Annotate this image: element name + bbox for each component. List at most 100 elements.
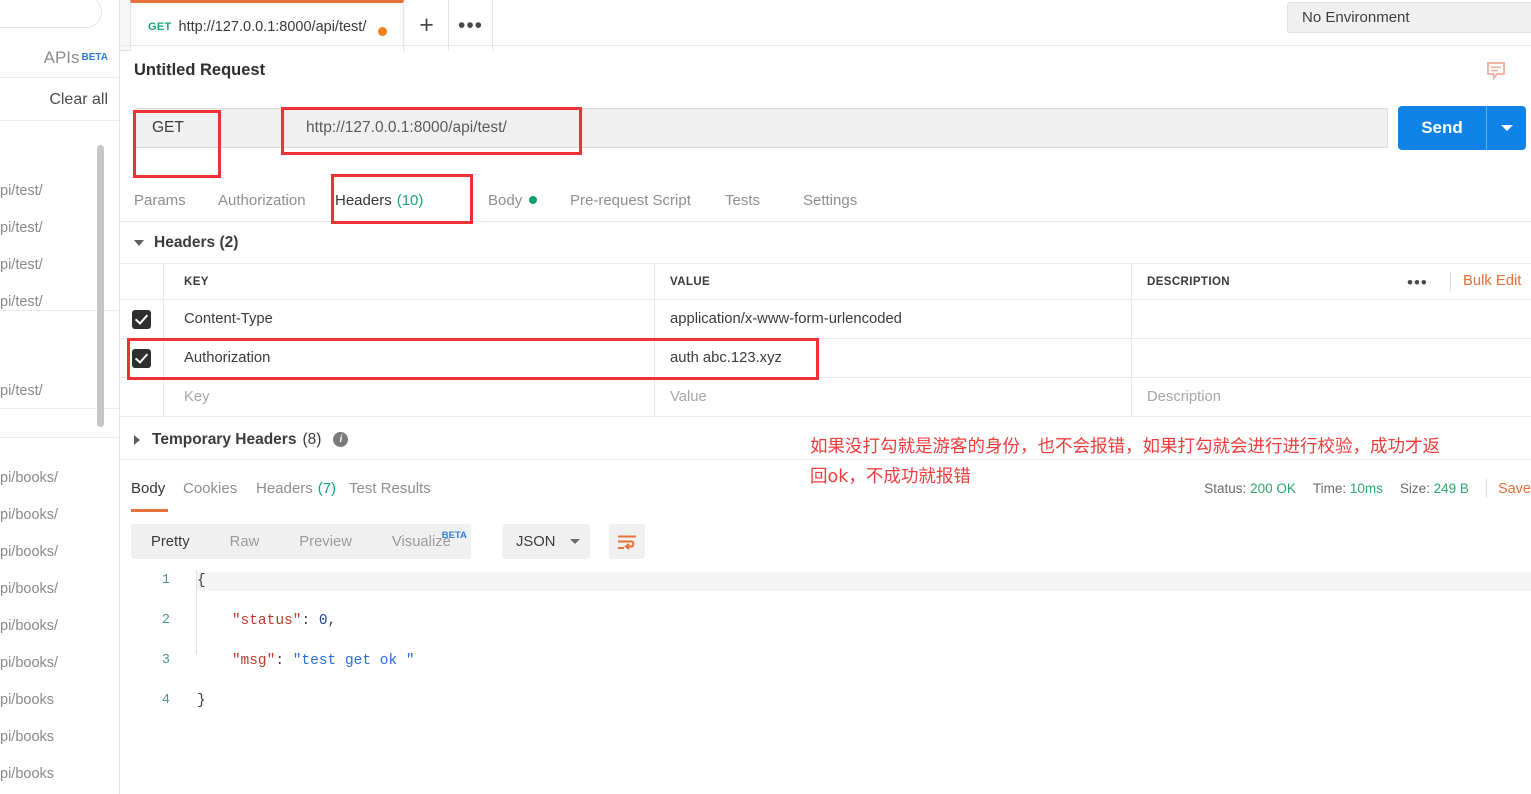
body-present-dot-icon <box>529 196 538 204</box>
tab-label: Params <box>134 191 186 209</box>
code-line: 1{ <box>120 573 1531 593</box>
sidebar-history-item[interactable]: pi/books/ <box>0 644 120 681</box>
comment-icon[interactable] <box>1486 62 1506 81</box>
column-key-label: KEY <box>184 275 209 288</box>
sidebar-clear-all-button[interactable]: Clear all <box>0 79 120 121</box>
sidebar-apis-label: APIs <box>43 47 80 67</box>
response-tab-test-results[interactable]: Test Results <box>349 466 431 511</box>
new-key-input[interactable]: Key <box>164 378 655 416</box>
column-value: VALUE <box>655 264 1132 299</box>
code-line: 2 "status": 0, <box>120 613 1531 633</box>
code-token: 0 <box>318 613 328 629</box>
ellipsis-icon[interactable]: ••• <box>1407 273 1428 293</box>
save-response-button[interactable]: Save <box>1498 481 1531 497</box>
word-wrap-icon[interactable] <box>609 524 645 559</box>
request-tab[interactable]: GET http://127.0.0.1:8000/api/test/ <box>130 0 404 51</box>
plus-icon[interactable]: + <box>405 0 449 51</box>
sidebar-history-item[interactable]: pi/books/ <box>0 570 120 607</box>
caret-down-icon <box>134 239 144 246</box>
language-chevron-down-icon[interactable] <box>570 539 580 544</box>
environment-select[interactable]: No Environment <box>1287 2 1531 33</box>
response-tab-body[interactable]: Body <box>131 466 165 511</box>
sidebar-search-input[interactable] <box>0 0 102 28</box>
beta-badge: BETA <box>441 529 467 541</box>
row-checkbox-cell[interactable] <box>120 300 164 338</box>
tab-label: Authorization <box>218 191 306 209</box>
sidebar-history-item-label: pi/books <box>0 765 55 782</box>
row-key-cell[interactable]: Content-Type <box>164 300 655 338</box>
tab-authorization[interactable]: Authorization <box>218 178 306 222</box>
response-body-code[interactable]: 1{2 "status": 0, 3 "msg": "test get ok " 4… <box>120 570 1531 794</box>
headers-table: KEY VALUE DESCRIPTION ••• Bulk Edit Content-T… <box>120 264 1531 417</box>
tab-params[interactable]: Params <box>134 178 186 222</box>
line-number: 4 <box>161 693 170 708</box>
code-line-text: "msg": "test get ok " <box>197 653 415 669</box>
row-value-cell[interactable]: application/x-www-form-urlencoded <box>655 300 1132 338</box>
sidebar-history-item[interactable]: pi/books/ <box>0 607 120 644</box>
sidebar-separator <box>0 437 120 438</box>
meta-divider <box>1485 479 1487 498</box>
row-key-value: Content-Type <box>184 311 273 327</box>
sidebar-history-item[interactable]: pi/books <box>0 718 120 755</box>
bulk-edit-button[interactable]: Bulk Edit <box>1463 273 1521 289</box>
code-line-text: "status": 0, <box>197 613 336 629</box>
sidebar-history-item-label: pi/test/ <box>0 293 43 310</box>
row-key-cell[interactable]: Authorization <box>164 339 655 377</box>
row-checkbox-cell[interactable] <box>120 339 164 377</box>
sidebar-history-item[interactable]: pi/books/ <box>0 533 120 570</box>
main-area: GET http://127.0.0.1:8000/api/test/ + ••… <box>120 0 1531 794</box>
send-chevron-down-icon[interactable] <box>1487 125 1526 131</box>
sidebar-history-item-label: pi/books <box>0 691 55 708</box>
sidebar-history-item-label: pi/books/ <box>0 506 59 523</box>
row-description-cell[interactable] <box>1132 339 1531 377</box>
annotation-line-1: 如果没打勾就是游客的身份，也不会报错，如果打勾就会进行进行校验，成功才返 <box>810 437 1440 457</box>
table-row-placeholder[interactable]: Key Value Description <box>120 378 1531 417</box>
sidebar-apis-row[interactable]: APIs BETA <box>0 38 120 78</box>
format-tab-pretty[interactable]: Pretty <box>131 534 210 550</box>
sidebar-scrollbar[interactable] <box>97 145 104 427</box>
sidebar-history-item[interactable]: pi/books/ <box>0 459 120 496</box>
ellipsis-icon[interactable]: ••• <box>449 0 493 51</box>
code-line: 4} <box>120 693 1531 713</box>
table-row[interactable]: Authorization auth abc.123.xyz <box>120 339 1531 378</box>
row-description-cell[interactable] <box>1132 300 1531 338</box>
request-tabs: Params Authorization Headers (10) Body Pre-re… <box>120 178 1531 222</box>
sidebar-history-item[interactable]: pi/books <box>0 755 120 792</box>
row-checkbox-cell[interactable] <box>120 378 164 416</box>
sidebar-history-item-label: pi/test/ <box>0 219 43 236</box>
format-tab-label: Preview <box>299 533 352 550</box>
tab-pre-request-script[interactable]: Pre-request Script <box>570 178 691 222</box>
format-tab-visualize[interactable]: Visualize BETA <box>372 530 471 550</box>
row-value-cell[interactable]: auth abc.123.xyz <box>655 339 1132 377</box>
status-label: Status: <box>1204 481 1247 496</box>
url-input[interactable]: http://127.0.0.1:8000/api/test/ <box>284 108 1388 148</box>
checkbox-checked-icon[interactable] <box>132 309 151 329</box>
new-value-input[interactable]: Value <box>655 378 1132 416</box>
format-tab-raw[interactable]: Raw <box>210 534 280 550</box>
http-method-select[interactable]: GET <box>134 108 284 148</box>
tab-settings[interactable]: Settings <box>803 178 857 222</box>
new-description-input[interactable]: Description <box>1132 378 1531 416</box>
headers-collapse-toggle[interactable]: Headers (2) <box>120 222 1531 264</box>
url-bar-row: GET http://127.0.0.1:8000/api/test/ Send <box>120 95 1531 165</box>
tab-headers[interactable]: Headers (10) <box>335 178 423 222</box>
response-tab-headers[interactable]: Headers (7) <box>256 466 336 511</box>
response-format-group: Pretty Raw Preview Visualize BETA <box>131 524 471 559</box>
tab-body[interactable]: Body <box>488 178 538 222</box>
response-tab-label: Headers <box>256 480 313 497</box>
info-icon[interactable]: i <box>333 432 349 447</box>
table-row[interactable]: Content-Type application/x-www-form-urlen… <box>120 300 1531 339</box>
tab-tests[interactable]: Tests <box>725 178 760 222</box>
format-tab-preview[interactable]: Preview <box>279 534 372 550</box>
beta-badge: BETA <box>81 52 108 63</box>
unsaved-dot-icon <box>378 27 387 36</box>
send-button[interactable]: Send <box>1398 106 1526 150</box>
caret-right-icon <box>134 434 140 445</box>
row-key-value: Authorization <box>184 350 271 366</box>
response-tab-label: Cookies <box>183 480 238 497</box>
sidebar-history-item-label: pi/test/ <box>0 182 43 199</box>
sidebar-history-item[interactable]: pi/books/ <box>0 496 120 533</box>
response-tab-cookies[interactable]: Cookies <box>183 466 237 511</box>
checkbox-checked-icon[interactable] <box>132 348 151 368</box>
sidebar-history-item[interactable]: pi/books <box>0 681 120 718</box>
